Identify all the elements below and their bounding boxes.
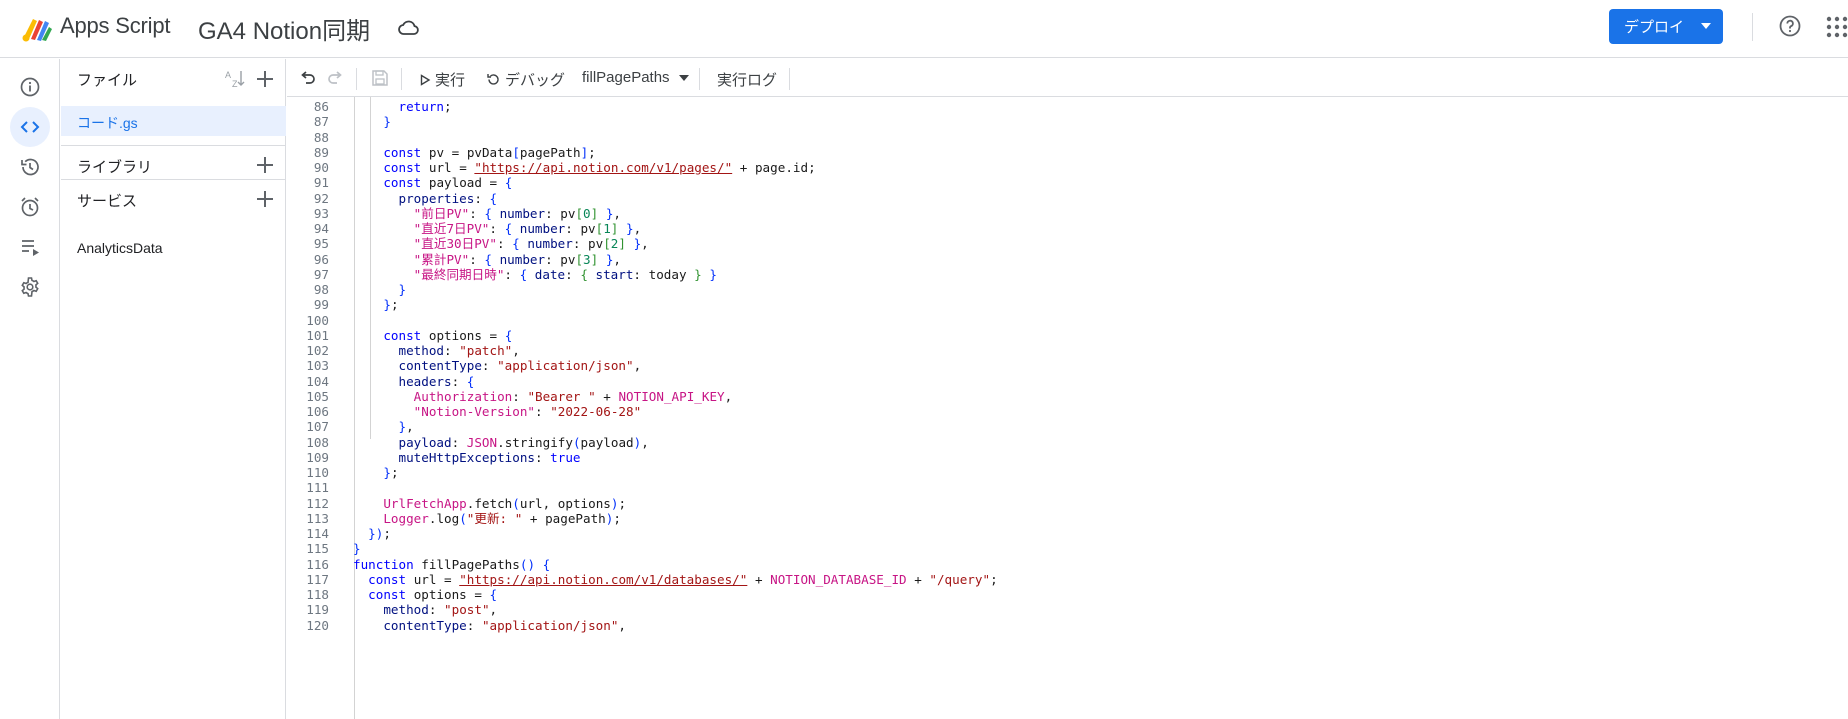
add-library-icon[interactable] [254,154,276,176]
libraries-label: ライブラリ [77,159,153,176]
libraries-section: ライブラリ [61,145,286,183]
code-icon [20,121,40,133]
save-icon[interactable] [370,68,390,88]
chevron-down-icon [678,74,689,81]
rail-editor[interactable] [10,107,50,147]
app-name: Apps Script [60,13,171,38]
left-nav-rail [0,59,60,719]
function-select[interactable]: fillPagePaths [582,69,689,86]
svg-text:Z: Z [232,79,238,89]
code-line[interactable]: 120 contentType: "application/json", [287,617,1848,635]
toolbar-divider [789,68,790,90]
code-editor[interactable]: 86 return; 87 } 88 89 const pv = pvData[pag… [287,97,1848,719]
service-item[interactable]: AnalyticsData [77,240,163,256]
gear-icon [21,277,39,297]
deploy-label: デプロイ [1624,19,1685,36]
playlist-play-icon [22,240,39,256]
toolbar-divider [356,68,357,90]
services-label: サービス [77,193,138,210]
rail-executions[interactable] [10,227,50,267]
sort-az-icon[interactable]: A Z [224,68,246,90]
chevron-down-icon[interactable] [1701,23,1711,29]
alarm-clock-icon [21,197,39,217]
files-header: ファイル A Z [61,59,286,97]
debug-label: デバッグ [505,72,566,89]
svg-text:A: A [225,70,231,80]
files-title: ファイル [77,72,138,89]
files-panel: ファイル A Z コード.gs ライブラリ サービス AnalyticsData [61,59,286,719]
add-service-icon[interactable] [254,188,276,210]
function-name: fillPagePaths [582,69,670,86]
editor-toolbar: 実行 デバッグ fillPagePaths 実行ログ [287,59,1848,97]
rail-triggers[interactable] [10,187,50,227]
code-text: contentType: "application/json", [383,617,627,633]
history-icon [21,158,39,176]
play-icon [420,73,431,86]
undo-icon[interactable] [298,68,318,88]
debug-button[interactable]: デバッグ [486,69,565,90]
toolbar-divider [401,68,402,90]
help-icon[interactable] [1778,14,1802,38]
rail-overview[interactable] [10,67,50,107]
info-icon [20,77,40,97]
run-label: 実行 [435,72,466,89]
debug-icon [487,74,499,85]
apps-grid-icon[interactable] [1826,16,1848,38]
file-item[interactable]: コード.gs [61,106,286,136]
header-divider [1752,13,1753,41]
top-bar: Apps Script GA4 Notion同期 デプロイ [0,0,1848,58]
cloud-saved-icon [398,20,419,35]
deploy-button[interactable]: デプロイ [1609,9,1723,44]
redo-icon[interactable] [325,68,345,88]
toolbar-divider [699,68,700,90]
execution-log-label: 実行ログ [717,72,778,89]
project-title[interactable]: GA4 Notion同期 [198,11,370,46]
rail-history[interactable] [10,147,50,187]
execution-log-button[interactable]: 実行ログ [717,69,777,90]
services-section: サービス [61,179,286,217]
add-file-icon[interactable] [254,68,276,90]
apps-script-logo-icon [22,19,52,42]
line-number: 120 [306,617,329,633]
file-name: コード.gs [77,115,138,131]
rail-settings[interactable] [10,267,50,307]
run-button[interactable]: 実行 [419,69,465,90]
